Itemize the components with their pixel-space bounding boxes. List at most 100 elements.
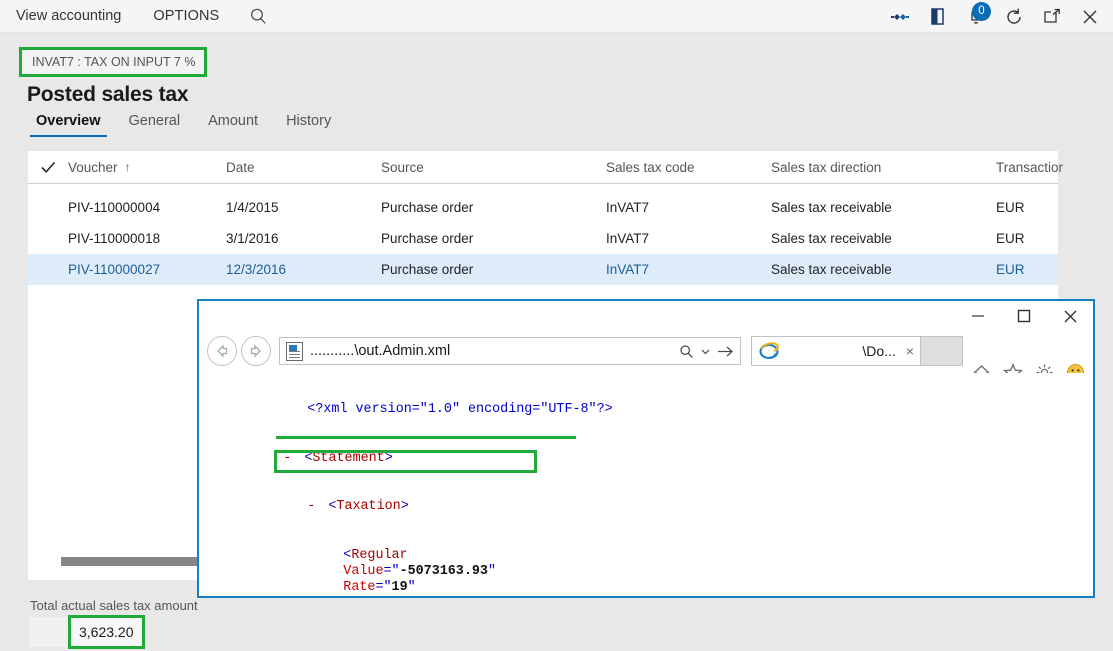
xml-line-taxation-open: - <Taxation> — [307, 499, 409, 515]
maximize-button[interactable] — [1001, 301, 1047, 331]
row-date[interactable]: 3/1/2016 — [226, 231, 381, 246]
tab-general[interactable]: General — [115, 113, 195, 137]
xml-document-view: <?xml version="1.0" encoding="UTF-8"?> -… — [199, 373, 1093, 596]
row-sales-tax-code[interactable]: InVAT7 — [606, 262, 771, 277]
window-controls — [955, 301, 1093, 331]
row-transaction-currency[interactable]: EUR — [996, 200, 1096, 215]
row-date[interactable]: 12/3/2016 — [226, 262, 381, 277]
regular-line-highlight-underline — [276, 436, 576, 439]
office-app-button[interactable] — [919, 0, 957, 33]
open-in-new-window-icon — [1044, 8, 1060, 23]
total-actual-sales-tax-value[interactable]: 3,623.20 — [68, 615, 145, 649]
top-command-bar: View accounting OPTIONS 0 — [0, 0, 1113, 33]
total-actual-sales-tax-label: Total actual sales tax amount — [30, 598, 198, 613]
row-transaction-currency[interactable]: EUR — [996, 231, 1096, 246]
tab-bar: Overview General Amount History — [22, 113, 345, 137]
table-row[interactable]: PIV-110000027 12/3/2016 Purchase order I… — [28, 254, 1058, 285]
forward-button[interactable] — [241, 336, 271, 366]
chevron-down-icon[interactable] — [701, 347, 710, 356]
row-sales-tax-direction[interactable]: Sales tax receivable — [771, 231, 996, 246]
xml-attr-regular-rate-name: Rate — [343, 580, 376, 596]
company-switcher-icon — [891, 13, 909, 20]
close-window-button[interactable] — [1071, 0, 1109, 33]
address-bar-text: ...........\out.Admin.xml — [310, 343, 451, 359]
search-icon[interactable] — [679, 344, 694, 359]
app-root: View accounting OPTIONS 0 INVAT7: TAX O… — [0, 0, 1113, 651]
row-source[interactable]: Purchase order — [381, 262, 606, 277]
top-menu-group: View accounting OPTIONS — [0, 0, 282, 33]
row-voucher[interactable]: PIV-110000018 — [68, 231, 226, 246]
xml-document-icon — [286, 341, 303, 361]
maximize-icon — [1017, 309, 1031, 323]
address-bar-tools — [679, 344, 734, 359]
back-button[interactable] — [207, 336, 237, 366]
tab-amount[interactable]: Amount — [194, 113, 272, 137]
refresh-button[interactable] — [995, 0, 1033, 33]
row-sales-tax-code[interactable]: InVAT7 — [606, 231, 771, 246]
close-icon — [1083, 10, 1097, 23]
browser-tab-strip: \Do... × — [751, 336, 963, 366]
page-title: Posted sales tax — [27, 83, 189, 106]
internet-explorer-icon — [758, 340, 780, 362]
voucher-column-header[interactable]: Voucher ↑ — [68, 160, 226, 175]
breadcrumb[interactable]: INVAT7 : TAX ON INPUT 7 % — [19, 47, 208, 77]
internet-explorer-window: ...........\out.Admin.xml \Do... × <?xml… — [197, 299, 1095, 598]
row-transaction-currency[interactable]: EUR — [996, 262, 1096, 277]
notifications-button[interactable]: 0 — [957, 0, 995, 33]
row-voucher[interactable]: PIV-110000027 — [68, 262, 226, 277]
xml-attr-regular-value-name: Value — [343, 564, 384, 580]
grid-header-row: Voucher ↑ Date Source Sales tax code Sal… — [28, 151, 1063, 184]
close-button[interactable] — [1047, 301, 1093, 331]
row-voucher[interactable]: PIV-110000004 — [68, 200, 226, 215]
company-switcher-button[interactable] — [881, 0, 919, 33]
refresh-icon — [1007, 8, 1021, 24]
forward-arrow-icon — [250, 344, 261, 358]
voucher-column-label: Voucher — [68, 159, 118, 175]
transaction-currency-column-header[interactable]: Transactior — [996, 160, 1096, 175]
sort-ascending-icon: ↑ — [124, 160, 131, 174]
row-sales-tax-direction[interactable]: Sales tax receivable — [771, 200, 996, 215]
row-sales-tax-direction[interactable]: Sales tax receivable — [771, 262, 996, 277]
options-menu[interactable]: OPTIONS — [137, 0, 235, 33]
table-row[interactable]: PIV-110000004 1/4/2015 Purchase order In… — [28, 192, 1058, 223]
search-button[interactable] — [235, 7, 282, 26]
new-tab-button[interactable] — [921, 336, 963, 366]
go-arrow-icon[interactable] — [717, 345, 734, 358]
search-icon — [251, 8, 266, 24]
xml-line-regular: <Regular Value="-5073163.93" Rate="19" B… — [343, 548, 497, 596]
tab-history[interactable]: History — [272, 113, 345, 137]
date-column-header[interactable]: Date — [226, 160, 381, 175]
tab-overview[interactable]: Overview — [22, 113, 115, 137]
office-app-icon — [931, 8, 944, 25]
minimize-button[interactable] — [955, 301, 1001, 331]
browser-navigation-row: ...........\out.Admin.xml \Do... × — [199, 331, 1093, 382]
breadcrumb-highlight-wrapper: INVAT7 : TAX ON INPUT 7 % — [19, 47, 208, 77]
notification-badge: 0 — [972, 2, 991, 21]
xml-attr-regular-value: -5073163.93 — [399, 564, 488, 580]
checkmark-icon — [28, 161, 68, 174]
browser-tab[interactable]: \Do... × — [751, 336, 921, 366]
browser-tab-close-icon[interactable]: × — [906, 343, 914, 359]
table-row[interactable]: PIV-110000018 3/1/2016 Purchase order In… — [28, 223, 1058, 254]
row-sales-tax-code[interactable]: InVAT7 — [606, 200, 771, 215]
select-all-header[interactable] — [28, 161, 68, 174]
address-bar[interactable]: ...........\out.Admin.xml — [279, 337, 741, 365]
xml-tag-regular: Regular — [351, 548, 408, 564]
xml-line-declaration: <?xml version="1.0" encoding="UTF-8"?> — [219, 386, 1093, 435]
sales-tax-code-column-header[interactable]: Sales tax code — [606, 160, 771, 175]
collapse-toggle-icon[interactable]: - — [307, 499, 315, 514]
row-source[interactable]: Purchase order — [381, 200, 606, 215]
back-arrow-icon — [217, 344, 228, 358]
sales-tax-direction-column-header[interactable]: Sales tax direction — [771, 160, 996, 175]
source-column-header[interactable]: Source — [381, 160, 606, 175]
xml-declaration-text: <?xml version="1.0" encoding="UTF-8"?> — [307, 402, 613, 418]
browser-tab-title: \Do... — [862, 343, 896, 359]
row-source[interactable]: Purchase order — [381, 231, 606, 246]
view-accounting-menu[interactable]: View accounting — [0, 0, 137, 33]
browser-titlebar — [199, 301, 1093, 331]
close-icon — [1064, 310, 1076, 322]
open-in-new-window-button[interactable] — [1033, 0, 1071, 33]
reduced-xml-line-highlight — [274, 450, 537, 473]
row-date[interactable]: 1/4/2015 — [226, 200, 381, 215]
xml-attr-regular-rate: 19 — [391, 580, 408, 596]
